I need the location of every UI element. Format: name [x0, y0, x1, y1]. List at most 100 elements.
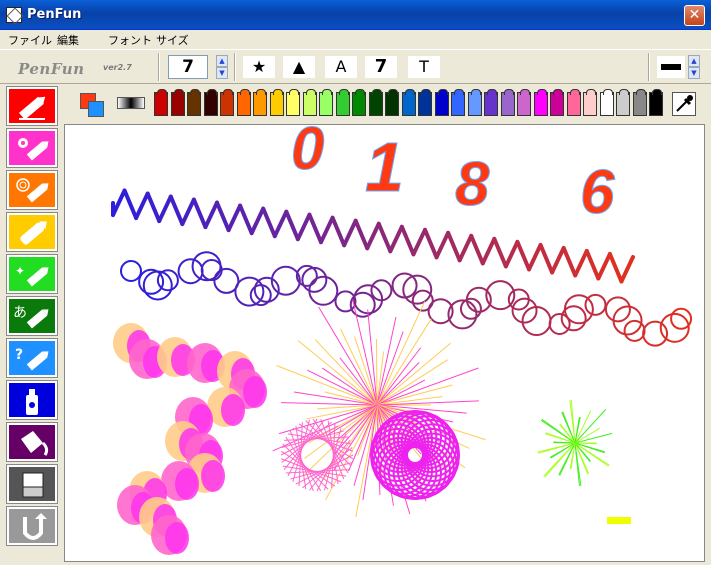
crayon-color-swatch[interactable]: [269, 89, 284, 116]
eyedropper-button[interactable]: [672, 92, 696, 116]
text-pencil-icon: あ: [13, 305, 49, 329]
crayon-color-swatch[interactable]: [550, 89, 564, 116]
version-label: ver2.7: [103, 63, 132, 72]
crayon-color-swatch[interactable]: [319, 89, 333, 116]
star-shape-button[interactable]: ★: [243, 56, 275, 78]
menu-size[interactable]: サイズ: [156, 32, 189, 48]
zigzag-segment: [180, 197, 196, 227]
ring-mark: [334, 290, 357, 313]
window-title: PenFun: [27, 7, 82, 22]
menu-edit[interactable]: 編集: [57, 32, 79, 48]
spray-tool[interactable]: [6, 380, 58, 420]
crayon-color-swatch[interactable]: [484, 89, 498, 116]
text-t-button[interactable]: T: [408, 56, 440, 78]
crayon-color-swatch[interactable]: [616, 89, 630, 116]
crayon-color-swatch[interactable]: [335, 89, 350, 116]
crayon-color-swatch[interactable]: [203, 89, 218, 116]
crayon-color-swatch[interactable]: [599, 89, 614, 116]
letter-a-button[interactable]: A: [325, 56, 357, 78]
close-button[interactable]: ✕: [684, 5, 705, 26]
pencil-tool[interactable]: [6, 86, 58, 126]
eraser-tool[interactable]: [6, 464, 58, 504]
stepper-down-icon[interactable]: ▼: [688, 67, 700, 79]
sparkle-pen-tool[interactable]: ✦: [6, 254, 58, 294]
zigzag-segment: [157, 194, 173, 224]
drawing-canvas[interactable]: 0 1 8 6: [64, 124, 705, 562]
zigzag-segment: [503, 239, 520, 269]
crayon-color-swatch[interactable]: [302, 89, 317, 116]
crayon-color-swatch[interactable]: [154, 89, 168, 116]
zigzag-segment: [122, 188, 139, 221]
crayon-color-swatch[interactable]: [583, 89, 597, 116]
crayon-color-swatch[interactable]: [286, 89, 300, 116]
toolbar-separator: [158, 53, 160, 81]
crayon-color-swatch[interactable]: [352, 89, 366, 116]
crayon-color-swatch[interactable]: [517, 89, 531, 116]
zigzag-segment: [607, 251, 624, 284]
brush-size-field[interactable]: 7: [168, 55, 208, 79]
zigzag-segment: [446, 230, 462, 263]
spiral-pen-tool[interactable]: [6, 170, 58, 210]
ring-mark: [563, 294, 594, 325]
stepper-up-icon[interactable]: ▲: [216, 55, 228, 67]
undo-tool[interactable]: [6, 506, 58, 546]
marker-tool[interactable]: [6, 212, 58, 252]
spiral-pencil-icon: [16, 178, 49, 203]
blob-mark: [201, 460, 225, 492]
zigzag-segment: [272, 209, 289, 239]
crayon-color-swatch[interactable]: [500, 89, 515, 116]
stepper-down-icon[interactable]: ▼: [216, 67, 228, 79]
flower-stamp-tool[interactable]: [6, 128, 58, 168]
gradient-pattern-button[interactable]: [117, 97, 145, 109]
crayon-color-swatch[interactable]: [385, 89, 399, 116]
crayon-color-swatch[interactable]: [434, 89, 449, 116]
zigzag-segment: [538, 242, 555, 275]
crayon-color-swatch[interactable]: [467, 89, 482, 116]
burst-line: [543, 442, 576, 477]
zigzag-segment: [411, 227, 427, 257]
brush-size-stepper[interactable]: ▲ ▼: [216, 55, 228, 79]
title-bar: PenFun ✕: [0, 0, 711, 30]
digit-seven-button[interactable]: 7: [365, 56, 397, 78]
zigzag-segment: [399, 224, 416, 257]
crayon-color-swatch[interactable]: [253, 89, 267, 116]
background-color-swatch[interactable]: [88, 101, 104, 117]
color-palette: [62, 84, 711, 124]
menu-font[interactable]: フォント: [108, 32, 152, 48]
random-pen-tool[interactable]: ?: [6, 338, 58, 378]
text-pen-tool[interactable]: あ: [6, 296, 58, 336]
crayon-color-swatch[interactable]: [368, 89, 383, 116]
crayon-color-swatch[interactable]: [533, 89, 548, 116]
crayon-color-swatch[interactable]: [170, 89, 185, 116]
zigzag-segment: [561, 245, 578, 278]
burst-line: [375, 338, 378, 406]
ring-mark: [308, 275, 339, 306]
ring-mark: [120, 260, 142, 282]
line-width-button[interactable]: [657, 56, 685, 78]
line-width-stepper[interactable]: ▲ ▼: [688, 55, 700, 79]
menu-file[interactable]: ファイル: [8, 32, 52, 48]
triangle-shape-button[interactable]: ▲: [283, 56, 315, 78]
crayon-color-swatch[interactable]: [236, 89, 251, 116]
crayon-color-swatch[interactable]: [632, 89, 647, 116]
crayon-color-swatch[interactable]: [418, 89, 432, 116]
zigzag-segment: [330, 215, 347, 248]
crayon-color-swatch[interactable]: [649, 89, 663, 116]
burst-line: [537, 442, 576, 453]
app-icon[interactable]: [6, 7, 22, 23]
stepper-up-icon[interactable]: ▲: [688, 55, 700, 67]
flower-pencil-icon: [18, 138, 49, 161]
fill-tool[interactable]: [6, 422, 58, 462]
tool-text-label: ?: [15, 347, 23, 363]
ring-mark: [670, 307, 693, 330]
stamped-digit: 1: [365, 128, 404, 206]
crayon-color-swatch[interactable]: [566, 89, 581, 116]
zigzag-segment: [434, 230, 451, 260]
crayon-color-swatch[interactable]: [220, 89, 234, 116]
ring-mark: [623, 319, 646, 342]
crayon-color-swatch[interactable]: [187, 89, 201, 116]
crayon-color-swatch[interactable]: [451, 89, 465, 116]
crayon-color-swatch[interactable]: [401, 89, 416, 116]
blob-stroke: [113, 323, 267, 555]
toolbar: PenFun ver2.7 7 ▲ ▼ ★ ▲ A 7 T ▲ ▼: [0, 49, 711, 84]
